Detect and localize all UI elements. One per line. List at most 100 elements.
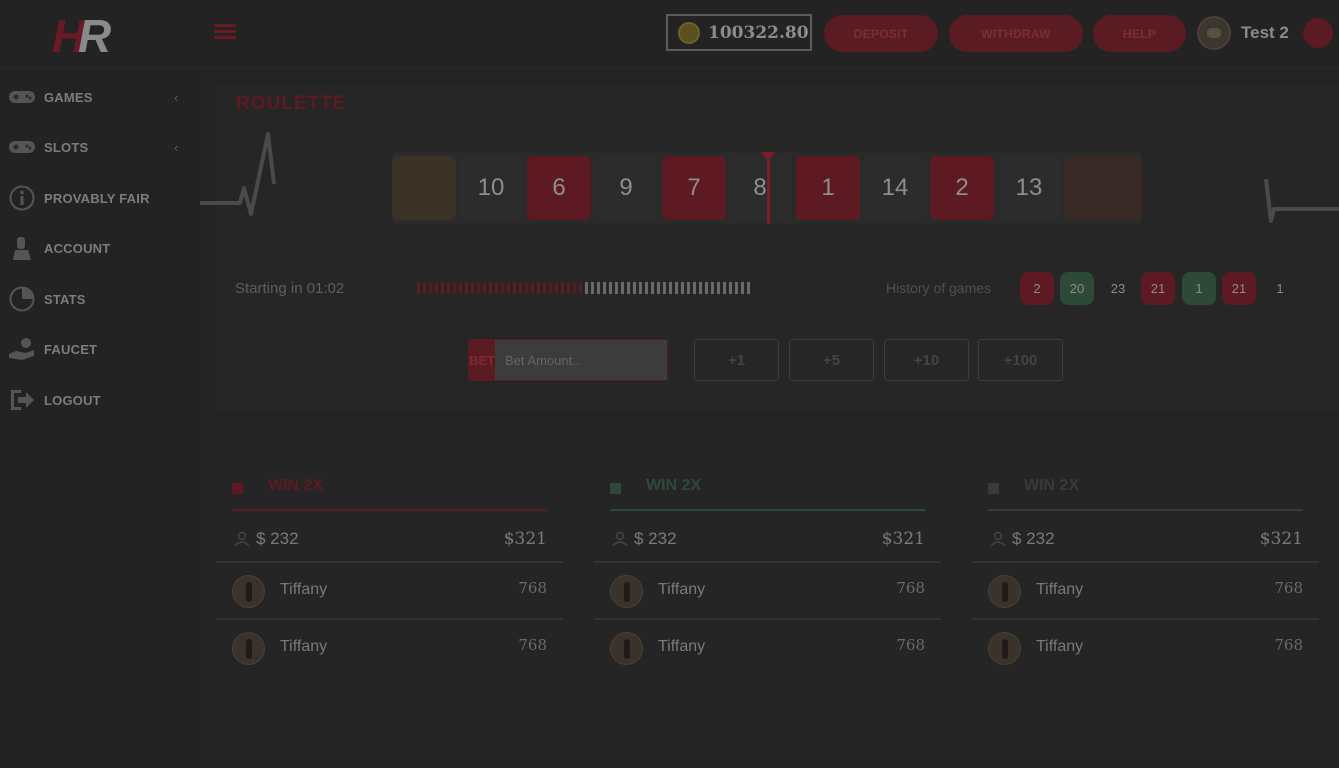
progress-tick [423,282,426,294]
avatar [232,632,265,665]
player-name: Tiffany [658,581,706,598]
logo[interactable]: H R [50,6,114,60]
progress-tick [561,282,564,294]
sidebar-item-label: GAMES [44,89,93,105]
bet-button[interactable]: BET [469,340,495,380]
menu-toggle-icon[interactable] [214,24,236,40]
gamepad-icon [8,133,36,161]
wheel-tile: 14 [863,156,927,220]
progress-tick [717,282,720,294]
page-title: ROULETTE [236,93,347,114]
progress-tick [531,282,534,294]
progress-tick [567,282,570,294]
progress-tick [549,282,552,294]
color-square-icon [988,483,999,494]
progress-tick [621,282,624,294]
sidebar-item-stats[interactable]: STATS [0,281,200,317]
progress-tick [459,282,462,294]
add-10-button[interactable]: +10 [884,339,969,381]
balance-value: 100322.80 [708,22,809,43]
countdown-progress-bar [417,282,753,294]
table-row: Tiffany 768 [216,563,563,620]
progress-tick [747,282,750,294]
progress-tick [483,282,486,294]
info-icon [8,184,36,212]
progress-tick [477,282,480,294]
table-row: Tiffany 768 [594,563,941,620]
progress-tick [435,282,438,294]
progress-tick [537,282,540,294]
sidebar-item-label: SLOTS [44,139,89,155]
total-amount: $321 [881,529,925,549]
history-item: 1 [1263,272,1297,305]
player-name: Tiffany [280,638,328,655]
progress-tick [645,282,648,294]
sidebar-item-provably-fair[interactable]: PROVABLY FAIR [0,180,200,216]
table-row: Tiffany 768 [216,620,563,677]
bet-column-green: WIN 2X $ 232 $321 Tiffany 768 Tiffany 76… [594,455,941,713]
progress-tick [501,282,504,294]
progress-tick [615,282,618,294]
sidebar-item-logout[interactable]: LOGOUT [0,382,200,418]
sidebar-item-account[interactable]: ACCOUNT [0,230,200,266]
column-summary: $ 232 $321 [594,519,941,563]
progress-tick [543,282,546,294]
history-item: 20 [1060,272,1094,305]
chevron-left-icon: ‹ [174,89,179,105]
bet-form: BET [468,339,668,381]
progress-tick [555,282,558,294]
players-amount: $ 232 [256,529,299,548]
color-square-icon [232,483,243,494]
chevron-left-icon: ‹ [174,139,179,155]
user-avatar[interactable] [1197,16,1231,50]
sidebar-item-slots[interactable]: SLOTS ‹ [0,129,200,165]
player-name: Tiffany [1036,581,1084,598]
player-bet: 768 [896,636,925,654]
coin-icon [678,21,700,44]
progress-tick [597,282,600,294]
hand-coin-icon [8,335,36,363]
progress-tick [441,282,444,294]
sidebar: GAMES ‹ SLOTS ‹ PROVABLY FAIR ACCOUNT ST… [0,68,200,768]
history-item: 1 [1182,272,1216,305]
progress-tick [657,282,660,294]
player-bet: 768 [518,636,547,654]
deposit-button[interactable]: DEPOSIT [824,15,938,52]
history-item: 23 [1101,272,1135,305]
help-button[interactable]: HELP [1093,15,1186,52]
withdraw-button[interactable]: WITHDRAW [949,15,1083,52]
wheel-tile [392,156,456,220]
avatar [988,575,1021,608]
progress-tick [495,282,498,294]
sidebar-item-faucet[interactable]: FAUCET [0,331,200,367]
progress-tick [447,282,450,294]
sidebar-item-label: LOGOUT [44,392,101,408]
svg-text:R: R [78,10,111,60]
player-bet: 768 [896,579,925,597]
add-5-button[interactable]: +5 [789,339,874,381]
progress-tick [513,282,516,294]
wheel-tile: 8 [728,156,792,220]
progress-tick [633,282,636,294]
pulse-decoration [200,132,276,216]
wheel-tile: 10 [459,156,523,220]
user-outline-icon [612,531,628,547]
bet-amount-input[interactable] [495,340,667,380]
column-header: WIN 2X [988,477,1303,511]
table-row: Tiffany 768 [972,620,1319,677]
players-amount: $ 232 [634,529,677,548]
progress-tick [489,282,492,294]
bet-column-red: WIN 2X $ 232 $321 Tiffany 768 Tiffany 76… [216,455,563,713]
progress-tick [639,282,642,294]
username[interactable]: Test 2 [1241,23,1289,43]
gamepad-icon [8,83,36,111]
notification-icon[interactable] [1303,18,1333,48]
add-1-button[interactable]: +1 [694,339,779,381]
sidebar-item-label: FAUCET [44,341,98,357]
progress-tick [417,282,420,294]
bet-column-black: WIN 2X $ 232 $321 Tiffany 768 Tiffany 76… [972,455,1319,713]
progress-tick [729,282,732,294]
add-100-button[interactable]: +100 [978,339,1063,381]
sidebar-item-games[interactable]: GAMES ‹ [0,79,200,115]
logout-icon [8,386,36,414]
